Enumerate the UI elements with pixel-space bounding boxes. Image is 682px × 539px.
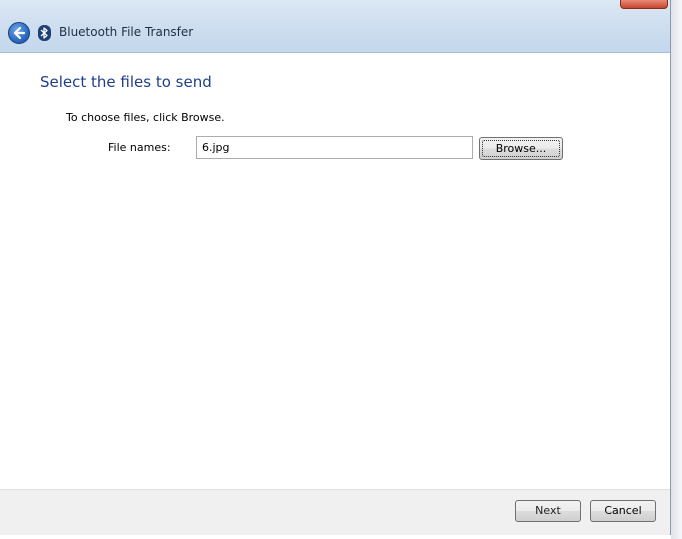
instruction-text: To choose files, click Browse. bbox=[66, 111, 225, 124]
file-names-label: File names: bbox=[108, 141, 171, 154]
browse-button[interactable]: Browse... bbox=[479, 137, 563, 160]
back-arrow-icon bbox=[13, 26, 26, 40]
desktop-background bbox=[671, 0, 682, 539]
bluetooth-icon bbox=[38, 25, 51, 41]
cancel-button[interactable]: Cancel bbox=[590, 500, 656, 522]
next-button[interactable]: Next bbox=[515, 500, 581, 522]
title-bar: Bluetooth File Transfer bbox=[0, 0, 670, 53]
wizard-window: Bluetooth File Transfer Select the files… bbox=[0, 0, 671, 535]
page-heading: Select the files to send bbox=[40, 73, 212, 91]
window-title: Bluetooth File Transfer bbox=[59, 25, 194, 39]
browse-button-label: Browse... bbox=[495, 142, 547, 155]
close-button[interactable] bbox=[620, 0, 668, 9]
file-names-input[interactable] bbox=[196, 136, 473, 159]
back-button[interactable] bbox=[8, 22, 30, 44]
